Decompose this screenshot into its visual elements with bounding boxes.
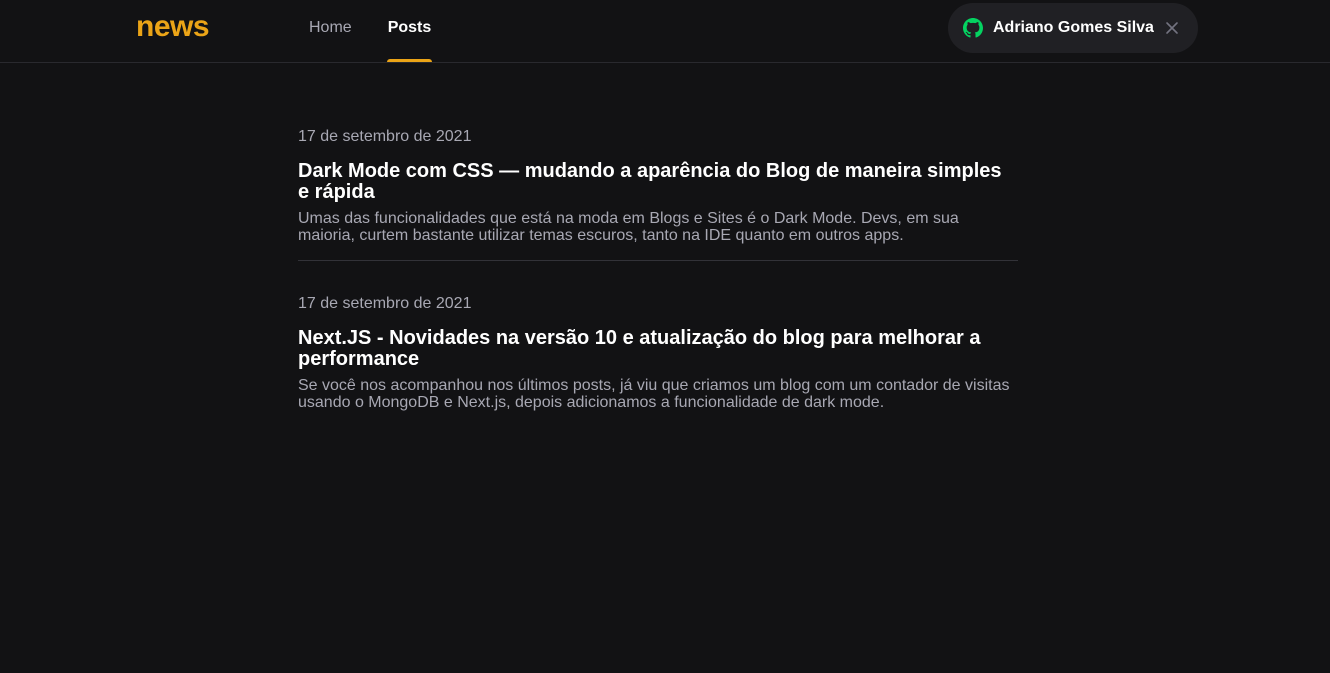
post-date: 17 de setembro de 2021	[298, 295, 472, 312]
main-nav: Home Posts	[308, 0, 466, 62]
github-icon	[963, 18, 983, 38]
logo[interactable]: news	[136, 10, 210, 44]
sign-in-github-button[interactable]: Adriano Gomes Silva	[948, 3, 1198, 53]
post-item: 17 de setembro de 2021 Dark Mode com CSS…	[298, 63, 1018, 261]
post-item: 17 de setembro de 2021 Next.JS - Novidad…	[298, 261, 1018, 427]
close-icon[interactable]	[1164, 20, 1180, 36]
post-excerpt: Umas das funcionalidades que está na mod…	[298, 210, 959, 244]
nav-posts-link[interactable]: Posts	[386, 0, 433, 62]
posts-list: 17 de setembro de 2021 Dark Mode com CSS…	[298, 63, 1018, 427]
post-excerpt: Se você nos acompanhou nos últimos posts…	[298, 377, 1010, 411]
nav-home-link[interactable]: Home	[308, 0, 353, 62]
site-header: news Home Posts Adriano Gomes Silva	[0, 0, 1330, 63]
post-title-link[interactable]: Next.JS - Novidades na versão 10 e atual…	[298, 328, 1018, 370]
user-name: Adriano Gomes Silva	[993, 19, 1154, 36]
post-title-link[interactable]: Dark Mode com CSS — mudando a aparência …	[298, 161, 1018, 203]
post-date: 17 de setembro de 2021	[298, 128, 472, 145]
